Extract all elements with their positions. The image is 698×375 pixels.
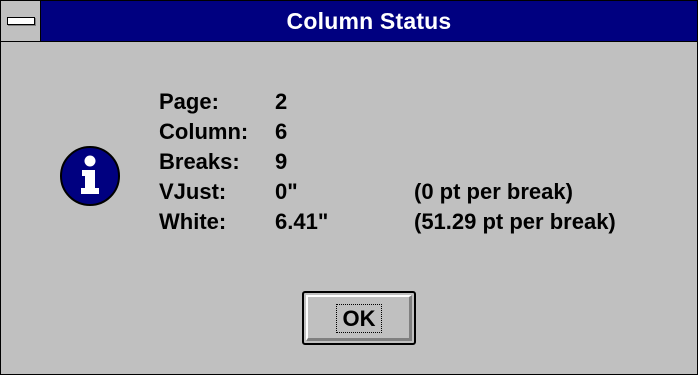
- white-label: White:: [159, 209, 227, 234]
- column-value: 6: [275, 119, 288, 144]
- info-icon: [58, 144, 122, 208]
- column-status-dialog: Column Status Page: 2 Column: 6 Breaks: …: [0, 0, 698, 375]
- vjust-note: (0 pt per break): [414, 179, 573, 204]
- page-value: 2: [275, 89, 288, 114]
- dialog-title: Column Status: [286, 8, 452, 34]
- system-menu-icon: [7, 17, 35, 25]
- white-note: (51.29 pt per break): [414, 209, 616, 234]
- breaks-value: 9: [275, 149, 288, 174]
- title-bar[interactable]: Column Status: [1, 1, 697, 42]
- system-menu-button[interactable]: [1, 1, 41, 41]
- ok-button-label: OK: [336, 304, 382, 333]
- white-value: 6.41": [275, 209, 329, 234]
- breaks-label: Breaks:: [159, 149, 240, 174]
- column-label: Column:: [159, 119, 249, 144]
- vjust-label: VJust:: [159, 179, 227, 204]
- page-label: Page:: [159, 89, 219, 114]
- ok-button[interactable]: OK: [302, 291, 416, 345]
- vjust-value: 0": [275, 179, 298, 204]
